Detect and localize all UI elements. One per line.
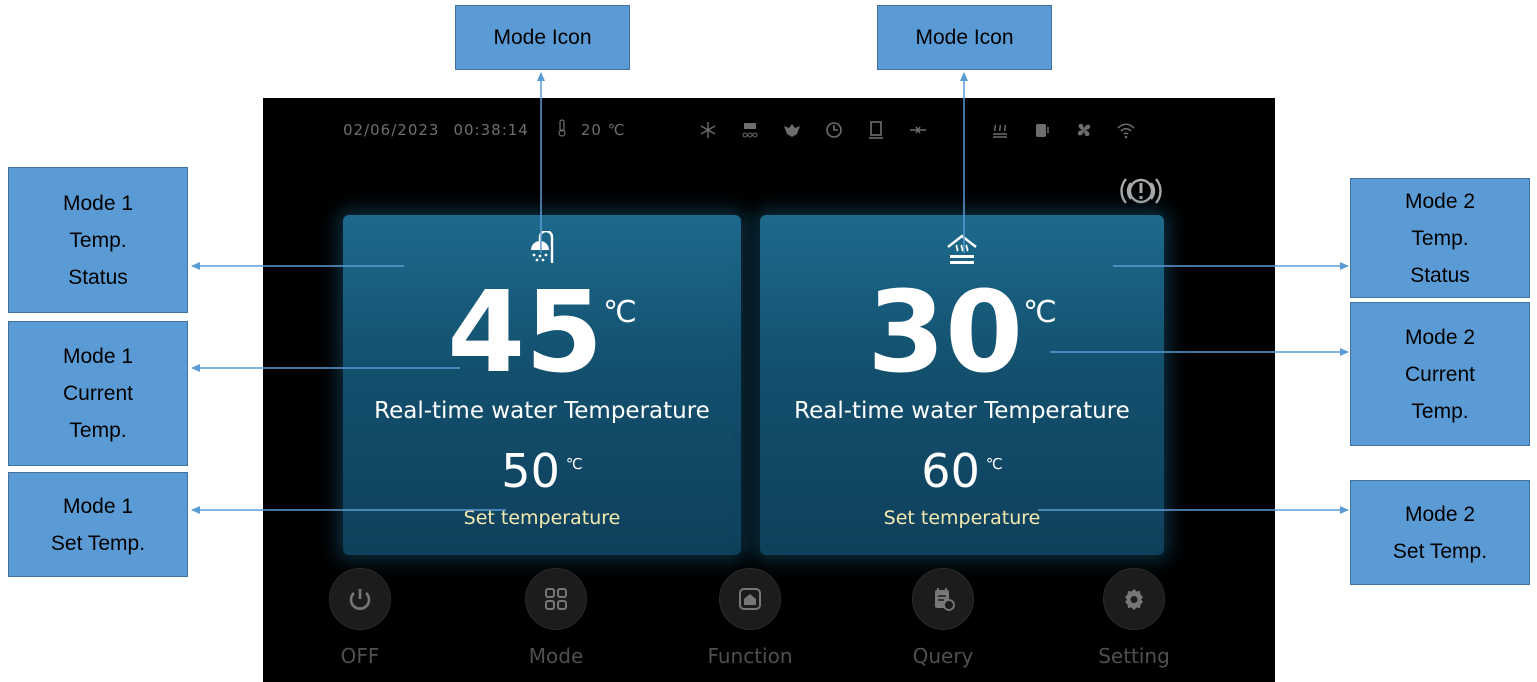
nav-off[interactable]: OFF xyxy=(300,568,420,668)
nav-mode-label: Mode xyxy=(528,644,584,668)
nav-function-label: Function xyxy=(707,644,793,668)
callout-mode1-set-temp: Mode 1 Set Temp. xyxy=(8,472,188,577)
heater-icon xyxy=(740,120,760,140)
power-icon[interactable] xyxy=(329,568,391,630)
status-bar: 02/06/2023 00:38:14 20 ℃ xyxy=(343,116,640,144)
mode1-current-temp: 45℃ xyxy=(343,277,741,389)
fan-icon xyxy=(1074,120,1094,140)
callout-mode-icon-2: Mode Icon xyxy=(877,5,1052,70)
nav-off-label: OFF xyxy=(340,644,380,668)
mode2-set-label: Set temperature xyxy=(883,507,1041,529)
status-date: 02/06/2023 xyxy=(343,121,440,139)
compressor-icon xyxy=(1032,120,1052,140)
clock-icon xyxy=(824,120,844,140)
controller-screen: 02/06/2023 00:38:14 20 ℃ 45℃ Real-time w… xyxy=(263,98,1275,682)
mode1-set-temp[interactable]: 50 ℃ xyxy=(343,447,741,495)
nav-query-label: Query xyxy=(912,644,974,668)
mode2-current-unit: ℃ xyxy=(1023,295,1057,330)
grid-icon[interactable] xyxy=(525,568,587,630)
tank-icon xyxy=(866,120,886,140)
wifi-icon xyxy=(1116,120,1136,140)
callout-mode-icon-1: Mode Icon xyxy=(455,5,630,70)
nav-query[interactable]: Query xyxy=(883,568,1003,668)
callout-mode2-current-temp: Mode 2 Current Temp. xyxy=(1350,302,1530,446)
nav-setting-label: Setting xyxy=(1098,644,1170,668)
pump-icon xyxy=(782,120,802,140)
callout-mode1-current-temp: Mode 1 Current Temp. xyxy=(8,321,188,466)
mode1-set-label: Set temperature xyxy=(463,507,621,529)
mode1-current-value: 45 xyxy=(447,268,604,398)
thermometer-icon xyxy=(557,119,567,141)
callout-mode2-temp-status: Mode 2 Temp. Status xyxy=(1350,178,1530,298)
nav-mode[interactable]: Mode xyxy=(496,568,616,668)
callout-mode1-temp-status: Mode 1 Temp. Status xyxy=(8,167,188,313)
valve-icon xyxy=(908,120,928,140)
mode2-set-unit: ℃ xyxy=(985,455,1003,473)
mode2-set-temp[interactable]: 60 ℃ xyxy=(760,447,1164,495)
mode2-panel[interactable]: 30℃ Real-time water Temperature 60 ℃ Set … xyxy=(760,215,1164,555)
mode2-realtime-label: Real-time water Temperature xyxy=(794,398,1130,424)
home-icon[interactable] xyxy=(719,568,781,630)
mode2-set-value: 60 xyxy=(921,444,980,498)
shower-icon xyxy=(523,229,561,269)
calendar-icon[interactable] xyxy=(912,568,974,630)
defrost-icon xyxy=(698,120,718,140)
mode1-set-value: 50 xyxy=(501,444,560,498)
mode1-set-unit: ℃ xyxy=(565,455,583,473)
status-temp: 20 ℃ xyxy=(580,121,626,139)
alarm-icon[interactable] xyxy=(1118,171,1164,211)
nav-function[interactable]: Function xyxy=(690,568,810,668)
status-time: 00:38:14 xyxy=(453,121,529,139)
callout-mode2-set-temp: Mode 2 Set Temp. xyxy=(1350,480,1530,585)
mode1-realtime-label: Real-time water Temperature xyxy=(374,398,710,424)
mode2-current-temp: 30℃ xyxy=(760,277,1164,389)
floor-heating-status-icon xyxy=(990,120,1010,140)
mode1-panel[interactable]: 45℃ Real-time water Temperature 50 ℃ Set … xyxy=(343,215,741,555)
gear-icon[interactable] xyxy=(1103,568,1165,630)
nav-setting[interactable]: Setting xyxy=(1074,568,1194,668)
floor-heating-icon xyxy=(943,231,981,269)
mode1-current-unit: ℃ xyxy=(603,295,637,330)
mode2-current-value: 30 xyxy=(867,268,1024,398)
